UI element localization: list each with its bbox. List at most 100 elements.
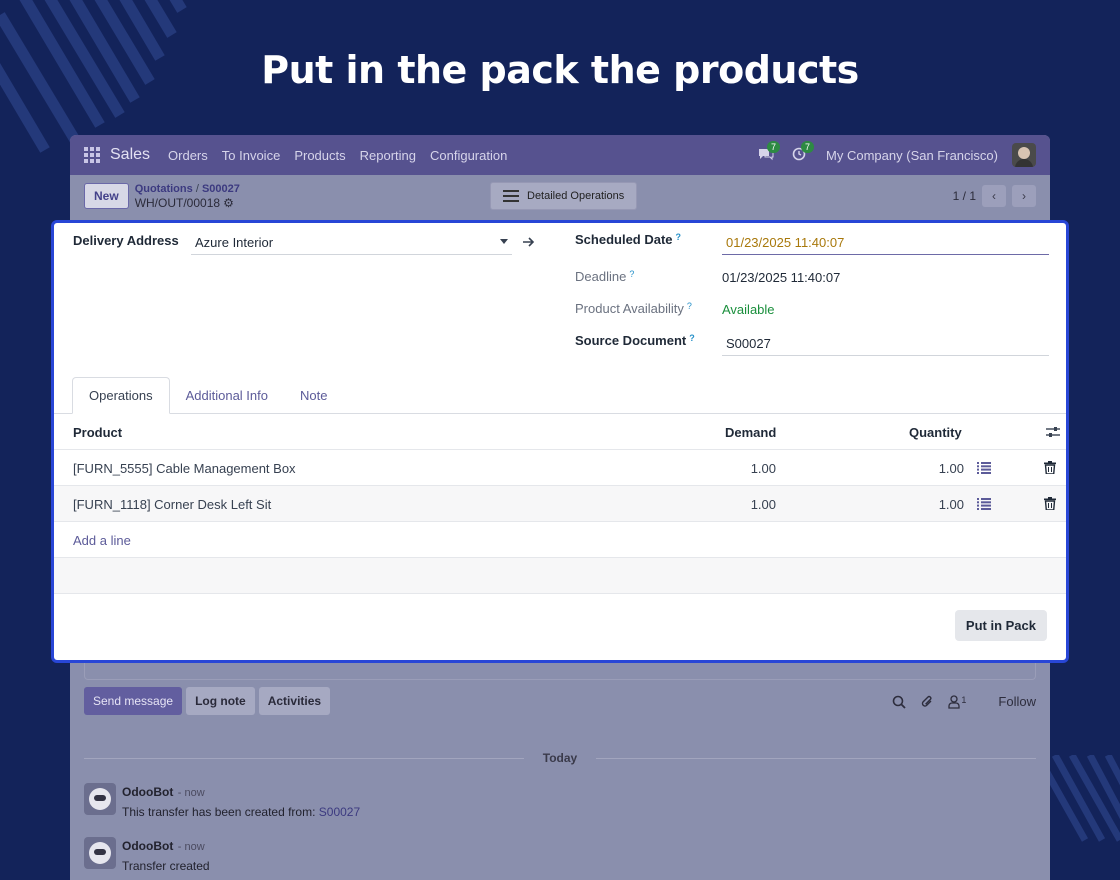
breadcrumb: Quotations / S00027 WH/OUT/00018 ⚙: [135, 182, 240, 211]
list-icon: [503, 190, 519, 202]
help-icon[interactable]: ?: [689, 333, 695, 343]
paperclip-icon[interactable]: [920, 695, 934, 709]
today-label: Today: [542, 751, 578, 765]
deadline-value: 01/23/2025 11:40:07: [722, 270, 841, 285]
activities-button[interactable]: Activities: [258, 687, 331, 715]
messages-icon[interactable]: 7: [758, 141, 781, 163]
message-time: - now: [177, 787, 205, 799]
pager-next-icon[interactable]: ›: [1012, 185, 1036, 207]
followers-count: 1: [961, 694, 967, 705]
highlighted-form-panel: Delivery Address Azure Interior Schedule…: [51, 220, 1069, 663]
company-switcher[interactable]: My Company (San Francisco): [826, 148, 998, 163]
chatter-tools: 1 Follow: [892, 694, 1036, 709]
source-document-label: Source Document?: [575, 333, 695, 348]
menu-configuration[interactable]: Configuration: [430, 148, 507, 163]
availability-status: Available: [722, 302, 775, 317]
detailed-list-icon[interactable]: [977, 498, 991, 510]
scheduled-date-label: Scheduled Date?: [575, 232, 681, 247]
table-footer-row: [54, 558, 1066, 594]
tab-note[interactable]: Note: [284, 377, 343, 414]
chatter-message: OdooBot - now This transfer has been cre…: [84, 783, 360, 819]
breadcrumb-separator: /: [195, 182, 199, 195]
control-panel: New Quotations / S00027 WH/OUT/00018 ⚙ D…: [70, 175, 1050, 217]
caret-down-icon[interactable]: [500, 239, 508, 245]
chatter: Send message Log note Activities 1 Follo…: [70, 655, 1050, 880]
message-author[interactable]: OdooBot: [122, 785, 173, 799]
message-body: This transfer has been created from: S00…: [122, 805, 360, 819]
optional-columns-icon[interactable]: [1046, 426, 1060, 438]
chatter-message: OdooBot - now Transfer created: [84, 837, 210, 873]
pager: 1 / 1 ‹ ›: [953, 185, 1036, 207]
top-navbar: Sales Orders To Invoice Products Reporti…: [70, 135, 1050, 175]
product-availability-label-text: Product Availability: [575, 301, 684, 316]
source-document-underline: [722, 355, 1049, 356]
activities-clock-icon[interactable]: 7: [792, 141, 815, 163]
log-note-button[interactable]: Log note: [186, 687, 255, 715]
breadcrumb-quotations[interactable]: Quotations: [135, 183, 193, 195]
form-tabs: Operations Additional Info Note: [72, 377, 343, 414]
help-icon[interactable]: ?: [629, 269, 634, 279]
menu-reporting[interactable]: Reporting: [360, 148, 416, 163]
help-icon[interactable]: ?: [687, 301, 692, 311]
message-author[interactable]: OdooBot: [122, 839, 173, 853]
row-quantity[interactable]: 1.00: [939, 497, 964, 512]
trash-icon[interactable]: [1044, 497, 1056, 510]
add-line-link[interactable]: Add a line: [73, 533, 131, 548]
detailed-operations-button[interactable]: Detailed Operations: [490, 182, 638, 210]
pager-value[interactable]: 1 / 1: [953, 189, 976, 203]
row-demand[interactable]: 1.00: [751, 497, 776, 512]
product-availability-label: Product Availability?: [575, 301, 692, 316]
send-message-button[interactable]: Send message: [84, 687, 183, 715]
help-icon[interactable]: ?: [676, 232, 682, 242]
message-time: - now: [177, 841, 205, 853]
delivery-address-field[interactable]: Azure Interior: [195, 235, 273, 250]
source-document-field[interactable]: S00027: [726, 336, 771, 351]
delivery-address-underline: [191, 254, 512, 255]
detailed-operations-label: Detailed Operations: [527, 190, 625, 202]
scheduled-date-field[interactable]: 01/23/2025 11:40:07: [726, 235, 844, 250]
put-in-pack-button[interactable]: Put in Pack: [954, 610, 1047, 641]
arrow-right-icon[interactable]: [523, 237, 535, 247]
activities-count-badge: 7: [801, 141, 815, 153]
detailed-list-icon[interactable]: [977, 462, 991, 474]
row-quantity[interactable]: 1.00: [939, 461, 964, 476]
row-product[interactable]: [FURN_1118] Corner Desk Left Sit: [73, 497, 271, 512]
row-demand[interactable]: 1.00: [751, 461, 776, 476]
today-divider: Today: [84, 751, 1036, 765]
decorative-stripes-bottom-right: [1040, 755, 1120, 845]
row-product[interactable]: [FURN_5555] Cable Management Box: [73, 461, 296, 476]
apps-grid-icon[interactable]: [84, 147, 100, 163]
deadline-label: Deadline?: [575, 269, 634, 284]
breadcrumb-order[interactable]: S00027: [202, 183, 240, 195]
odoobot-avatar: [84, 783, 116, 815]
tab-operations[interactable]: Operations: [72, 377, 170, 414]
table-header: Product Demand Quantity: [54, 414, 1066, 450]
gear-icon[interactable]: ⚙: [223, 196, 234, 210]
search-icon[interactable]: [892, 695, 907, 709]
menu-orders[interactable]: Orders: [168, 148, 208, 163]
table-row[interactable]: [FURN_5555] Cable Management Box 1.00 1.…: [54, 450, 1066, 486]
menu-to-invoice[interactable]: To Invoice: [222, 148, 281, 163]
user-avatar[interactable]: [1012, 143, 1036, 167]
messages-count-badge: 7: [767, 141, 781, 153]
followers-button[interactable]: 1: [948, 695, 966, 709]
user-icon: [948, 694, 961, 709]
deadline-label-text: Deadline: [575, 269, 627, 284]
column-product[interactable]: Product: [73, 425, 122, 440]
app-name[interactable]: Sales: [110, 146, 150, 164]
follow-button[interactable]: Follow: [998, 694, 1036, 709]
scheduled-date-underline: [722, 254, 1049, 255]
tab-additional-info[interactable]: Additional Info: [170, 377, 284, 414]
odoobot-avatar: [84, 837, 116, 869]
message-text: This transfer has been created from:: [122, 805, 319, 819]
add-line-row: Add a line: [54, 522, 1066, 558]
trash-icon[interactable]: [1044, 461, 1056, 474]
menu-products[interactable]: Products: [294, 148, 345, 163]
table-row[interactable]: [FURN_1118] Corner Desk Left Sit 1.00 1.…: [54, 486, 1066, 522]
pager-previous-icon[interactable]: ‹: [982, 185, 1006, 207]
column-demand[interactable]: Demand: [725, 425, 776, 440]
new-button[interactable]: New: [84, 183, 129, 209]
tutorial-headline: Put in the pack the products: [261, 48, 859, 92]
message-source-link[interactable]: S00027: [319, 805, 360, 819]
column-quantity[interactable]: Quantity: [909, 425, 962, 440]
